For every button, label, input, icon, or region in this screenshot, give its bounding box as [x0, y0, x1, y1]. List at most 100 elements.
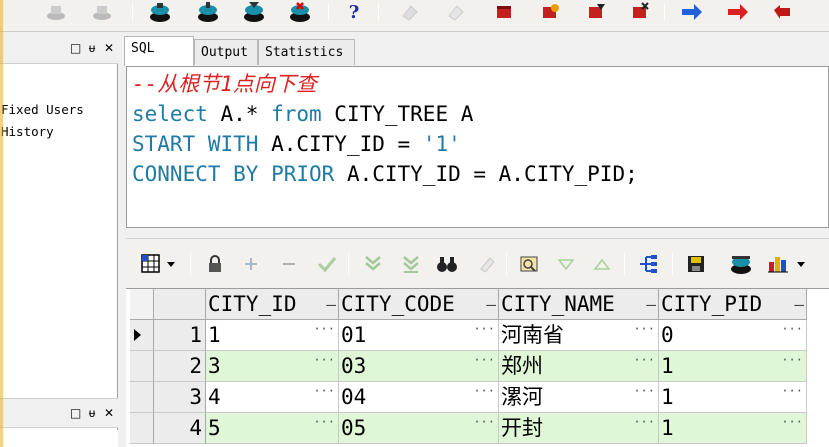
result-grid: CITY_ID — CITY_CODE — CITY_NAME — CITY_PID —… — [126, 288, 829, 447]
help-icon: ? — [348, 1, 360, 23]
column-header-city-id[interactable]: CITY_ID — — [206, 289, 339, 320]
table-cell[interactable]: 1 ··· — [206, 320, 339, 351]
close-icon[interactable]: ✕ — [104, 41, 114, 55]
sort-descending-icon[interactable] — [554, 251, 578, 277]
restore-icon[interactable]: □ — [70, 41, 81, 55]
cell-value: 1 — [661, 354, 674, 378]
table-cell[interactable]: 漯河 ··· — [499, 382, 659, 413]
cell-value: 郑州 — [501, 354, 543, 378]
table-cell[interactable]: 5 ··· — [206, 413, 339, 444]
database-open-icon[interactable] — [196, 1, 220, 23]
grid-corner-cell — [130, 289, 154, 320]
cell-value: 03 — [341, 354, 367, 378]
column-header-city-pid[interactable]: CITY_PID — — [659, 289, 807, 320]
row-number[interactable]: 1 — [154, 320, 206, 351]
table-cell[interactable]: 05 ··· — [339, 413, 499, 444]
table-cell[interactable]: 01 ··· — [339, 320, 499, 351]
row-number[interactable]: 2 — [154, 351, 206, 382]
list-item-history[interactable]: History — [0, 121, 118, 143]
table-cell[interactable]: 郑州 ··· — [499, 351, 659, 382]
post-changes-icon[interactable] — [314, 251, 340, 277]
tree-view-icon[interactable] — [634, 251, 662, 277]
column-header-city-code[interactable]: CITY_CODE — — [339, 289, 499, 320]
panel-header: □ ᵾ ✕ — [0, 33, 118, 64]
sql-editor[interactable]: --从根节1点向下查 select A.* from CITY_TREE A S… — [126, 66, 829, 228]
table-cell[interactable]: 03 ··· — [339, 351, 499, 382]
book-red-icon[interactable] — [492, 1, 516, 23]
book-arrow-icon[interactable] — [538, 1, 562, 23]
column-header-label: CITY_PID — [661, 292, 763, 316]
grid-toolbar — [126, 238, 829, 288]
chart-dropdown-button[interactable] — [762, 251, 812, 277]
clear-filter-icon[interactable] — [474, 251, 500, 277]
row-number[interactable]: 4 — [154, 413, 206, 444]
table-cell[interactable]: 1 ··· — [659, 382, 807, 413]
lock-icon[interactable] — [202, 251, 228, 277]
sql-text: A.* — [207, 102, 272, 126]
table-cell[interactable]: 4 ··· — [206, 382, 339, 413]
database-delete-icon[interactable] — [288, 1, 312, 23]
row-number[interactable]: 3 — [154, 382, 206, 413]
fetch-next-icon[interactable] — [360, 251, 386, 277]
cell-value: 1 — [661, 385, 674, 409]
cell-value: 04 — [341, 385, 367, 409]
book-delete-icon[interactable] — [628, 1, 652, 23]
sql-code: --从根节1点向下查 select A.* from CITY_TREE A S… — [132, 69, 638, 189]
tab-output[interactable]: Output — [194, 39, 258, 65]
fetch-last-icon[interactable] — [398, 251, 424, 277]
exit-icon[interactable] — [772, 1, 796, 23]
table-cell[interactable]: 3 ··· — [206, 351, 339, 382]
pin-icon[interactable]: ᵾ — [87, 406, 97, 420]
arrow-right-red-icon[interactable] — [726, 1, 750, 23]
rollback-icon[interactable] — [90, 1, 114, 23]
query-by-example-icon[interactable] — [516, 251, 544, 277]
main-toolbar: ? — [0, 0, 829, 32]
database-edit-icon[interactable] — [242, 1, 266, 23]
sql-text: CITY_TREE A — [321, 102, 474, 126]
grid-select-button[interactable] — [138, 251, 180, 277]
add-row-icon[interactable] — [240, 251, 262, 277]
cell-value: 河南省 — [501, 323, 564, 347]
database-connect-icon[interactable] — [148, 1, 172, 23]
cell-value: 1 — [661, 416, 674, 440]
list-item-fixed-users[interactable]: Fixed Users — [0, 99, 118, 121]
book-edit-icon[interactable] — [584, 1, 608, 23]
tab-bar: SQL Output Statistics — [119, 33, 829, 66]
kw-start-with: START WITH — [132, 132, 259, 156]
clear-icon[interactable] — [444, 1, 468, 23]
kw-connect-by-prior: CONNECT BY PRIOR — [132, 162, 335, 186]
arrow-right-blue-icon[interactable] — [680, 1, 704, 23]
current-row-indicator — [130, 320, 154, 351]
binoculars-icon[interactable] — [434, 251, 460, 277]
column-header-label: CITY_CODE — [341, 292, 455, 316]
panel-header-2: □ ᵾ ✕ — [0, 398, 118, 428]
tab-statistics[interactable]: Statistics — [258, 39, 355, 65]
eraser-icon[interactable] — [398, 1, 422, 23]
export-database-icon[interactable] — [726, 251, 756, 277]
delete-row-icon[interactable] — [278, 251, 300, 277]
row-indicator — [130, 382, 154, 413]
column-header-city-name[interactable]: CITY_NAME — — [499, 289, 659, 320]
window-edge — [0, 0, 3, 447]
help-button[interactable]: ? — [342, 1, 366, 23]
cell-value: 5 — [208, 416, 221, 440]
row-indicator — [130, 413, 154, 444]
save-icon[interactable] — [682, 251, 710, 277]
table-cell[interactable]: 1 ··· — [659, 413, 807, 444]
cell-value: 3 — [208, 354, 221, 378]
table-cell[interactable]: 开封 ··· — [499, 413, 659, 444]
pin-icon[interactable]: ᵾ — [87, 41, 97, 55]
column-header-label: CITY_ID — [208, 292, 297, 316]
tab-sql[interactable]: SQL — [124, 36, 194, 66]
restore-icon[interactable]: □ — [70, 406, 81, 420]
table-cell[interactable]: 0 ··· — [659, 320, 807, 351]
close-icon[interactable]: ✕ — [104, 406, 114, 420]
commit-icon[interactable] — [44, 1, 68, 23]
kw-select: select — [132, 102, 208, 126]
left-panel: □ ᵾ ✕ Fixed Users History □ ᵾ ✕ — [0, 33, 118, 447]
table-cell[interactable]: 04 ··· — [339, 382, 499, 413]
table-cell[interactable]: 1 ··· — [659, 351, 807, 382]
cell-value: 0 — [661, 323, 674, 347]
sort-ascending-icon[interactable] — [590, 251, 614, 277]
table-cell[interactable]: 河南省 ··· — [499, 320, 659, 351]
